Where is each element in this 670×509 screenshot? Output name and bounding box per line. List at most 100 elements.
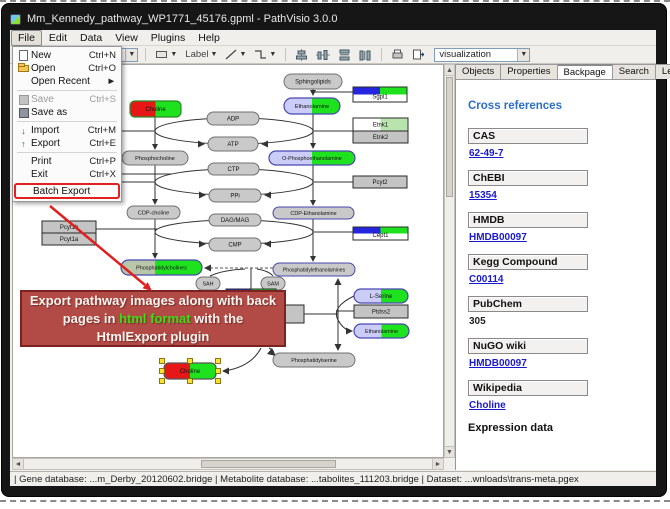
selection-handle[interactable] <box>216 359 221 364</box>
pathway-node-cept1[interactable]: Cept1 <box>353 227 408 240</box>
tab-backpage[interactable]: Backpage <box>558 64 613 79</box>
svg-text:Choline: Choline <box>145 107 166 113</box>
align-center-button[interactable] <box>293 47 310 62</box>
selection-handle[interactable] <box>160 379 165 384</box>
pathway-node-etnk2[interactable]: Etnk2 <box>353 131 408 143</box>
selection-handle[interactable] <box>188 359 193 364</box>
file-menu-item-export[interactable]: ↑ExportCtrl+E <box>14 137 120 150</box>
pathway-node-ptdss2[interactable]: Ptdss2 <box>354 305 408 318</box>
distribute-horizontal-button[interactable] <box>357 47 374 62</box>
chevron-down-icon[interactable]: ▼ <box>517 49 529 61</box>
pathway-node-ethanolamine[interactable]: Ethanolamine <box>284 98 340 114</box>
pathway-node-cdp-choline[interactable]: CDP-choline <box>127 206 180 219</box>
print-button[interactable] <box>389 47 406 62</box>
pathway-node-ethanolamine[interactable]: Ethanolamine <box>354 324 409 338</box>
svg-text:Phosphatidylserine: Phosphatidylserine <box>291 358 337 364</box>
menubar-item-edit[interactable]: Edit <box>43 31 73 45</box>
canvas-vertical-scrollbar[interactable]: ▲ ▼ <box>444 64 455 458</box>
submenu-arrow-icon: ► <box>101 76 116 87</box>
pathway-node-pcyt2[interactable]: Pcyt2 <box>353 176 407 188</box>
pathway-node-sphingolipids[interactable]: Sphingolipids <box>284 74 342 89</box>
save-as-icon <box>19 108 29 118</box>
pathway-node-sah[interactable]: SAH <box>196 277 220 290</box>
scroll-right-icon[interactable]: ► <box>432 459 443 469</box>
pathway-node-dag-mag[interactable]: DAG/MAG <box>209 214 261 226</box>
pathway-node-cdp-ethanolamine[interactable]: CDP-Ethanolamine <box>273 207 354 219</box>
xref-link[interactable]: Choline <box>469 400 506 411</box>
document-export-icon <box>412 49 424 60</box>
canvas-horizontal-scrollbar[interactable]: ◄ ► <box>12 458 444 470</box>
pathway-node-choline[interactable]: Choline <box>130 101 181 117</box>
pathway-node-phosphatidylserine[interactable]: Phosphatidylserine <box>273 353 355 367</box>
menubar-item-view[interactable]: View <box>109 31 144 45</box>
pathway-node-choline[interactable]: Choline <box>160 359 221 384</box>
menubar-item-help[interactable]: Help <box>192 31 226 45</box>
menubar-item-file[interactable]: File <box>11 30 42 46</box>
shape-tool-dropdown[interactable]: ▼ <box>153 47 179 62</box>
pathway-node-cmp[interactable]: CMP <box>209 238 261 251</box>
selection-handle[interactable] <box>160 369 165 374</box>
tab-legend[interactable]: Legend <box>656 64 670 79</box>
pathway-node-adp[interactable]: ADP <box>207 112 259 125</box>
scroll-left-icon[interactable]: ◄ <box>13 459 24 469</box>
file-menu-item-new[interactable]: NewCtrl+N <box>14 49 120 62</box>
pathway-node-phosphatidylethanolamines[interactable]: Phosphatidylethanolamines <box>273 263 355 276</box>
selection-handle[interactable] <box>188 379 193 384</box>
xref-link[interactable]: HMDB00097 <box>469 358 527 369</box>
pathway-node-pcyt1a[interactable]: Pcyt1a <box>42 233 96 245</box>
pathway-node-etnk1[interactable]: Etnk1 <box>353 118 408 131</box>
export-image-button[interactable] <box>410 47 426 62</box>
pathway-node-ctp[interactable]: CTP <box>208 163 259 175</box>
menubar-item-data[interactable]: Data <box>74 31 108 45</box>
pathway-node-l-serine[interactable]: L-Serine <box>354 289 408 303</box>
tab-properties[interactable]: Properties <box>501 64 557 79</box>
pathway-node-sgpl1[interactable]: Sgpl1 <box>353 87 407 102</box>
file-menu-item-exit[interactable]: ExitCtrl+X <box>14 168 120 181</box>
pathway-node-phosphatidylcholines[interactable]: Phosphatidylcholines <box>121 260 202 275</box>
distribute-vertical-button[interactable] <box>336 47 353 62</box>
tab-search[interactable]: Search <box>613 64 656 79</box>
chevron-down-icon[interactable]: ▼ <box>125 49 137 61</box>
file-menu-item-batch-export[interactable]: Batch Export <box>14 183 120 199</box>
svg-text:Sgpl1: Sgpl1 <box>372 94 388 100</box>
xref-section-hmdb: HMDBHMDB00097 <box>468 212 656 243</box>
file-menu-item-open-recent[interactable]: Open Recent► <box>14 75 120 88</box>
selection-handle[interactable] <box>160 359 165 364</box>
scroll-up-icon[interactable]: ▲ <box>445 65 454 76</box>
horizontal-scroll-thumb[interactable] <box>201 460 336 468</box>
pathway-node-phosphocholine[interactable]: Phosphocholine <box>122 151 188 165</box>
title-bar[interactable]: Mm_Kennedy_pathway_WP1771_45176.gpml - P… <box>10 10 658 28</box>
pathway-node-pcyt1b[interactable]: Pcyt1b <box>42 221 96 233</box>
file-menu-item-open[interactable]: OpenCtrl+O <box>14 62 120 75</box>
connector-tool-dropdown[interactable]: ▼ <box>252 47 278 62</box>
xref-link[interactable]: 62-49-7 <box>469 148 503 159</box>
align-middle-button[interactable] <box>314 47 332 62</box>
svg-text:SAM: SAM <box>267 282 279 288</box>
scroll-down-icon[interactable]: ▼ <box>445 446 454 457</box>
selection-handle[interactable] <box>216 379 221 384</box>
label-tool-dropdown[interactable]: Label ▼ <box>183 47 219 62</box>
menu-item-label: Print <box>31 156 83 167</box>
line-tool-dropdown[interactable]: ▼ <box>223 47 248 62</box>
pathway-node-sam[interactable]: SAM <box>261 277 285 290</box>
xref-link[interactable]: 15354 <box>469 190 497 201</box>
menu-item-label: Exit <box>31 169 83 180</box>
line-icon <box>225 49 237 60</box>
file-menu-item-save[interactable]: SaveCtrl+S <box>14 93 120 106</box>
file-menu-item-print[interactable]: PrintCtrl+P <box>14 155 120 168</box>
tab-objects[interactable]: Objects <box>456 64 501 79</box>
file-menu-item-save-as[interactable]: Save as <box>14 106 120 119</box>
pathway-node[interactable] <box>285 305 304 323</box>
visualization-combobox[interactable]: visualization ▼ <box>434 48 530 62</box>
vertical-scroll-thumb[interactable] <box>446 77 453 197</box>
selection-handle[interactable] <box>216 369 221 374</box>
pathway-node-ppi[interactable]: PPi <box>209 189 261 202</box>
file-menu-item-import[interactable]: ↓ImportCtrl+M <box>14 124 120 137</box>
expression-data-heading: Expression data <box>468 422 656 434</box>
xref-link[interactable]: HMDB00097 <box>469 232 527 243</box>
distribute-horizontal-icon <box>359 49 372 61</box>
xref-link[interactable]: C00114 <box>469 274 503 285</box>
menubar-item-plugins[interactable]: Plugins <box>145 31 191 45</box>
pathway-node-o-phosphoethanolamine[interactable]: O-Phosphoethanolamine <box>269 151 355 165</box>
pathway-node-atp[interactable]: ATP <box>208 137 258 151</box>
